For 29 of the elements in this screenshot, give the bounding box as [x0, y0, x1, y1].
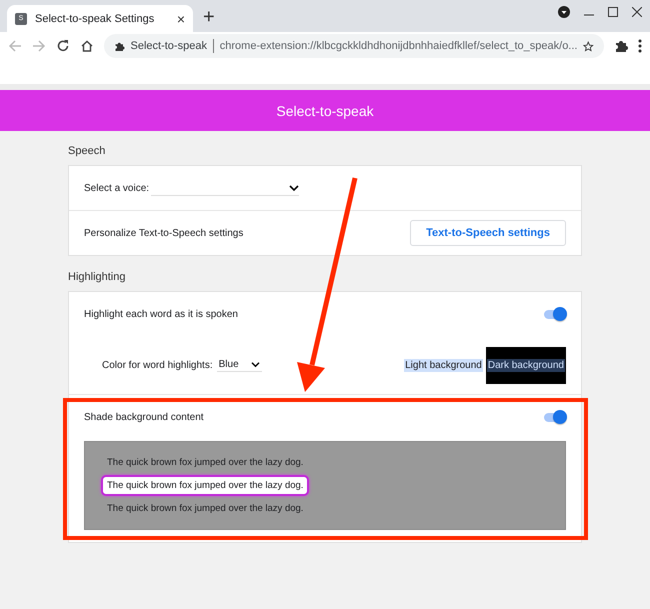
- chevron-down-icon: [250, 361, 260, 368]
- sample-sentence: The quick brown fox jumped over the lazy dog.: [101, 475, 310, 496]
- star-icon[interactable]: [583, 40, 594, 52]
- address-bar[interactable]: Select-to-speak chrome-extension://klbcgckkldhdhonijdbnhhaiedfkllef/select_to_speak/o...: [104, 34, 604, 58]
- menu-icon[interactable]: [638, 39, 642, 53]
- section-title: Speech: [68, 145, 106, 157]
- chevron-down-icon: [289, 184, 300, 192]
- puzzle-piece-icon[interactable]: [614, 39, 628, 53]
- voice-label: Select a voice:: [84, 182, 150, 194]
- reload-icon[interactable]: [56, 39, 70, 53]
- light-background-sample: Light background: [404, 358, 483, 372]
- setting-label: Highlight each word as it is spoken: [84, 308, 238, 320]
- maximize-icon[interactable]: [608, 7, 618, 17]
- sample-sentence: The quick brown fox jumped over the lazy dog.: [106, 502, 304, 516]
- tts-settings-button[interactable]: Text-to-Speech settings: [410, 220, 566, 246]
- section-title: Highlighting: [68, 271, 126, 283]
- setting-label: Personalize Text-to-Speech settings: [84, 228, 244, 238]
- close-icon[interactable]: [632, 7, 642, 17]
- profile-icon[interactable]: [558, 6, 570, 18]
- color-label: Color for word highlights:: [102, 360, 213, 370]
- sample-sentence: The quick brown fox jumped over the lazy dog.: [106, 456, 304, 470]
- home-icon[interactable]: [80, 39, 94, 53]
- setting-label: Shade background content: [84, 412, 204, 422]
- puzzle-piece-icon: [114, 40, 125, 52]
- page-title: Select-to-speak: [276, 102, 374, 118]
- new-tab-button[interactable]: +: [203, 6, 215, 29]
- color-dropdown[interactable]: Blue: [216, 358, 262, 372]
- close-tab-button[interactable]: ×: [176, 10, 185, 26]
- dark-background-sample: Dark background: [486, 346, 566, 384]
